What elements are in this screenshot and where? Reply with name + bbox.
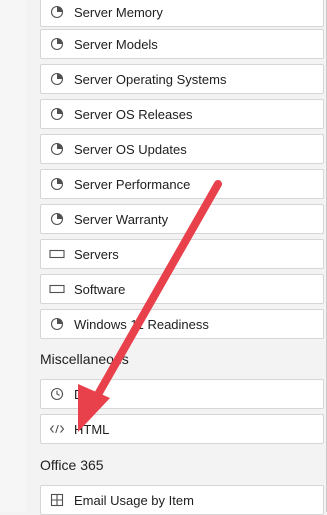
catalog-item-windows-11-readiness[interactable]: Windows 11 Readiness (40, 309, 324, 339)
clock-icon (49, 386, 65, 402)
catalog-item-servers[interactable]: Servers (40, 239, 324, 269)
catalog-item-label: Date (74, 386, 102, 402)
catalog-item-date[interactable]: Date (40, 379, 324, 409)
chart-pie-icon (49, 106, 65, 122)
catalog-item-label: Server OS Releases (74, 106, 193, 122)
catalog-item-label: Servers (74, 246, 119, 262)
catalog-item-server-memory[interactable]: Server Memory (40, 0, 324, 27)
chart-pie-icon (49, 71, 65, 87)
catalog-item-server-os-releases[interactable]: Server OS Releases (40, 99, 324, 129)
catalog-item-server-operating-systems[interactable]: Server Operating Systems (40, 64, 324, 94)
catalog-item-label: Software (74, 281, 126, 297)
chart-pie-icon (49, 316, 65, 332)
table-rectangle-icon (49, 281, 65, 297)
catalog-item-label: Windows 11 Readiness (74, 316, 209, 332)
catalog-item-label: Server Models (74, 36, 158, 52)
catalog-item-label: HTML (74, 421, 110, 437)
chart-pie-icon (49, 176, 65, 192)
catalog-item-label: Email Usage by Item (74, 492, 194, 508)
chart-pie-icon (49, 141, 65, 157)
left-gutter (0, 0, 26, 512)
catalog-item-server-warranty[interactable]: Server Warranty (40, 204, 324, 234)
table-rectangle-icon (49, 246, 65, 262)
catalog-item-server-models[interactable]: Server Models (40, 29, 324, 59)
catalog-item-label: Server Memory (74, 4, 163, 20)
catalog-item-label: Server Performance (74, 176, 191, 192)
catalog-item-server-performance[interactable]: Server Performance (40, 169, 324, 199)
catalog-item-email-usage-by-item[interactable]: Email Usage by Item (40, 485, 324, 515)
code-icon (49, 421, 65, 437)
catalog-item-label: Server Operating Systems (74, 71, 227, 87)
catalog-item-server-os-updates[interactable]: Server OS Updates (40, 134, 324, 164)
chart-pie-icon (49, 211, 65, 227)
catalog-item-label: Server OS Updates (74, 141, 187, 157)
section-heading-office-365: Office 365 (40, 457, 104, 473)
catalog-item-label: Server Warranty (74, 211, 169, 227)
catalog-item-software[interactable]: Software (40, 274, 324, 304)
chart-pie-icon (49, 36, 65, 52)
catalog-item-html[interactable]: HTML (40, 414, 324, 444)
grid-icon (49, 492, 65, 508)
section-heading-miscellaneous: Miscellaneous (40, 351, 129, 367)
chart-pie-icon (49, 4, 65, 20)
